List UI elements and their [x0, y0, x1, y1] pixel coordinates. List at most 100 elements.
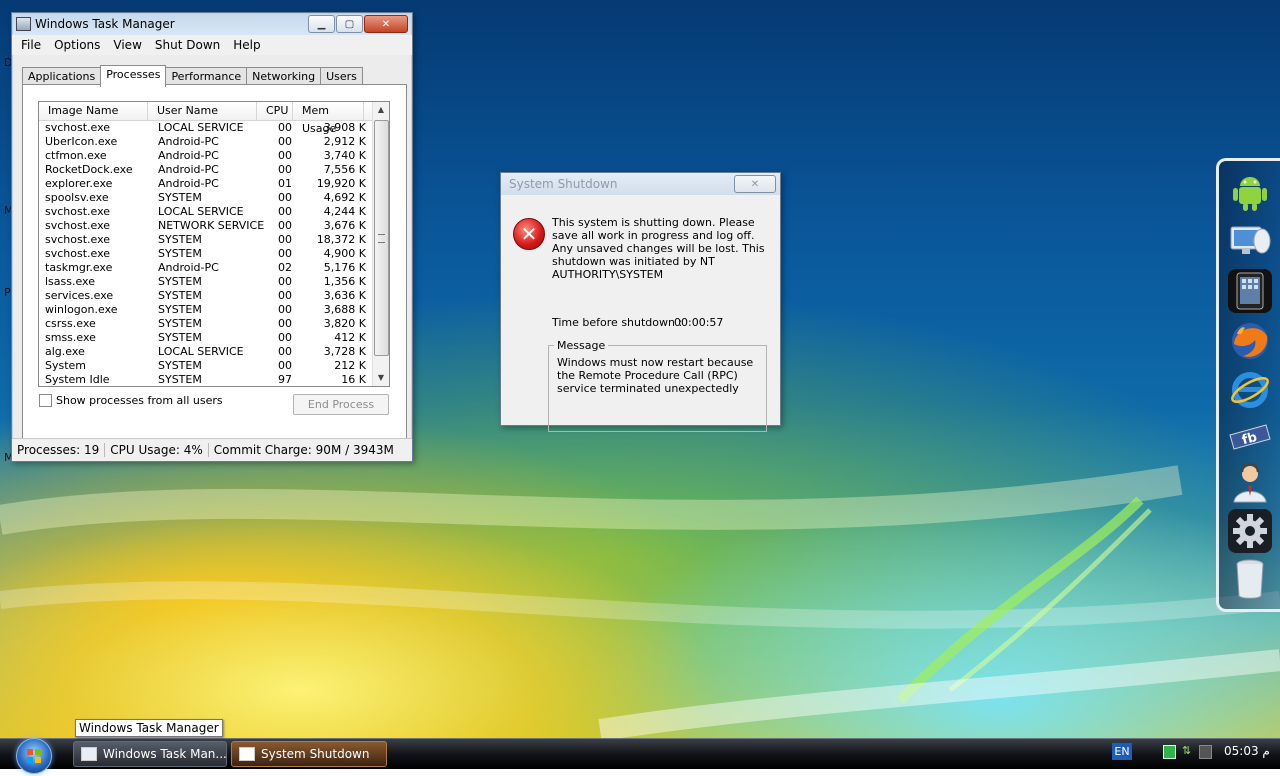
status-cpu-usage: CPU Usage: 4%: [105, 443, 209, 457]
table-row[interactable]: svchost.exe LOCAL SERVICE 00 3,908 K: [39, 121, 389, 135]
menu-bar: File Options View Shut Down Help: [12, 35, 412, 55]
column-header-image-name[interactable]: Image Name: [39, 102, 148, 120]
scroll-down-arrow-icon[interactable]: ▼: [373, 370, 389, 386]
maximize-button[interactable]: ▢: [336, 15, 363, 33]
facebook-icon[interactable]: fb: [1228, 415, 1272, 459]
cell-image-name: ctfmon.exe: [45, 149, 107, 162]
user-support-icon[interactable]: [1228, 461, 1272, 505]
message-group-label: Message: [554, 339, 609, 352]
taskbar-button-system-shutdown[interactable]: System Shutdown: [231, 741, 387, 767]
scroll-up-arrow-icon[interactable]: ▲: [373, 102, 389, 118]
taskbar-clock[interactable]: 05:03 م: [1224, 744, 1270, 758]
cell-user-name: Android-PC: [158, 261, 219, 274]
table-row[interactable]: explorer.exe Android-PC 01 19,920 K: [39, 177, 389, 191]
status-processes: Processes: 19: [12, 443, 106, 457]
column-header-user-name[interactable]: User Name: [148, 102, 257, 120]
language-indicator[interactable]: EN: [1112, 743, 1132, 760]
close-button[interactable]: ✕: [364, 15, 408, 33]
cell-mem-usage: 212 K: [334, 359, 366, 372]
table-row[interactable]: smss.exe SYSTEM 00 412 K: [39, 331, 389, 345]
network-icon[interactable]: ⇅: [1182, 745, 1193, 757]
cell-mem-usage: 5,176 K: [323, 261, 366, 274]
table-row[interactable]: spoolsv.exe SYSTEM 00 4,692 K: [39, 191, 389, 205]
cell-user-name: SYSTEM: [158, 233, 202, 246]
task-manager-titlebar[interactable]: Windows Task Manager ▁ ▢ ✕: [12, 13, 412, 35]
show-all-users-label: Show processes from all users: [56, 394, 223, 407]
task-manager-tray-icon[interactable]: [1163, 745, 1176, 759]
cell-cpu: 01: [278, 177, 292, 190]
start-button[interactable]: [16, 738, 52, 774]
table-row[interactable]: svchost.exe NETWORK SERVICE 00 3,676 K: [39, 219, 389, 233]
column-header-mem-usage[interactable]: Mem Usage: [293, 102, 364, 135]
table-row[interactable]: System Idle Process SYSTEM 97 16 K: [39, 373, 389, 386]
table-row[interactable]: UberIcon.exe Android-PC 00 2,912 K: [39, 135, 389, 149]
cell-cpu: 00: [278, 205, 292, 218]
cell-user-name: LOCAL SERVICE: [158, 205, 244, 218]
cell-user-name: SYSTEM: [158, 331, 202, 344]
table-row[interactable]: lsass.exe SYSTEM 00 1,356 K: [39, 275, 389, 289]
task-manager-icon: [81, 747, 97, 761]
process-list-scrollbar[interactable]: ▲ ▼: [372, 102, 389, 386]
firefox-icon[interactable]: [1228, 319, 1272, 363]
trash-icon[interactable]: [1228, 557, 1272, 601]
settings-gear-icon[interactable]: [1228, 509, 1272, 553]
cell-image-name: System Idle Process: [45, 373, 110, 386]
table-row[interactable]: svchost.exe SYSTEM 00 4,900 K: [39, 247, 389, 261]
menu-options[interactable]: Options: [54, 38, 100, 52]
cell-mem-usage: 3,820 K: [323, 317, 366, 330]
process-list[interactable]: Image Name User Name CPU Mem Usage svcho…: [38, 101, 390, 387]
table-row[interactable]: svchost.exe LOCAL SERVICE 00 4,244 K: [39, 205, 389, 219]
system-shutdown-dialog: System Shutdown ✕ ✕ This system is shutt…: [500, 172, 781, 432]
cell-user-name: Android-PC: [158, 135, 219, 148]
cell-cpu: 97: [278, 373, 292, 386]
show-all-users-checkbox[interactable]: [39, 394, 52, 407]
cell-image-name: RocketDock.exe: [45, 163, 133, 176]
table-row[interactable]: alg.exe LOCAL SERVICE 00 3,728 K: [39, 345, 389, 359]
tablet-icon[interactable]: [1228, 269, 1272, 313]
taskbar-button-task-manager[interactable]: Windows Task Man...: [73, 741, 227, 767]
internet-explorer-icon[interactable]: [1228, 367, 1272, 411]
cell-image-name: svchost.exe: [45, 233, 111, 246]
cell-user-name: Android-PC: [158, 177, 219, 190]
rocket-dock: fb: [1216, 158, 1280, 612]
cell-cpu: 00: [278, 247, 292, 260]
table-row[interactable]: svchost.exe SYSTEM 00 18,372 K: [39, 233, 389, 247]
cell-cpu: 00: [278, 317, 292, 330]
table-row[interactable]: csrss.exe SYSTEM 00 3,820 K: [39, 317, 389, 331]
menu-file[interactable]: File: [21, 38, 41, 52]
minimize-button[interactable]: ▁: [308, 15, 335, 33]
table-row[interactable]: System SYSTEM 00 212 K: [39, 359, 389, 373]
table-row[interactable]: RocketDock.exe Android-PC 00 7,556 K: [39, 163, 389, 177]
dialog-close-button[interactable]: ✕: [734, 175, 776, 193]
cell-image-name: explorer.exe: [45, 177, 113, 190]
android-icon[interactable]: [1228, 171, 1272, 215]
cell-image-name: svchost.exe: [45, 205, 111, 218]
end-process-button[interactable]: End Process: [293, 394, 389, 415]
scrollbar-thumb[interactable]: [374, 120, 389, 356]
cell-mem-usage: 3,728 K: [323, 345, 366, 358]
shutdown-titlebar[interactable]: System Shutdown ✕: [501, 173, 780, 195]
cell-user-name: LOCAL SERVICE: [158, 345, 244, 358]
cell-cpu: 00: [278, 163, 292, 176]
menu-view[interactable]: View: [113, 38, 141, 52]
cell-mem-usage: 412 K: [334, 331, 366, 344]
desktop-icon-label-fragment: P: [4, 286, 11, 299]
cell-cpu: 00: [278, 233, 292, 246]
table-row[interactable]: winlogon.exe SYSTEM 00 3,688 K: [39, 303, 389, 317]
table-row[interactable]: taskmgr.exe Android-PC 02 5,176 K: [39, 261, 389, 275]
tab-processes[interactable]: Processes: [100, 65, 167, 87]
table-row[interactable]: ctfmon.exe Android-PC 00 3,740 K: [39, 149, 389, 163]
system-tray: ⇅: [1163, 745, 1212, 759]
table-row[interactable]: services.exe SYSTEM 00 3,636 K: [39, 289, 389, 303]
cell-cpu: 00: [278, 135, 292, 148]
menu-help[interactable]: Help: [233, 38, 260, 52]
cell-cpu: 00: [278, 149, 292, 162]
cell-mem-usage: 16 K: [341, 373, 366, 386]
cell-image-name: svchost.exe: [45, 247, 111, 260]
taskbar-button-label: System Shutdown: [261, 747, 370, 761]
menu-shut-down[interactable]: Shut Down: [155, 38, 220, 52]
show-all-users-row[interactable]: Show processes from all users: [39, 394, 223, 407]
computer-icon[interactable]: [1228, 219, 1272, 263]
volume-icon[interactable]: [1199, 745, 1212, 759]
column-header-cpu[interactable]: CPU: [257, 102, 293, 120]
